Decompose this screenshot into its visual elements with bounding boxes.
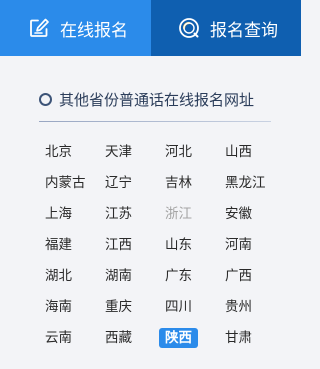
province-link[interactable]: 辽宁 [105, 173, 132, 193]
province-link[interactable]: 福建 [45, 235, 72, 255]
province-link[interactable]: 西藏 [105, 328, 132, 348]
province-link[interactable]: 天津 [105, 142, 132, 162]
province-link[interactable]: 河北 [165, 142, 192, 162]
tab-signup-query[interactable]: 报名查询 [151, 0, 301, 56]
province-links-panel: 其他省份普通话在线报名网址 北京 天津 河北 山西 内蒙古 辽宁 吉林 黑龙江 … [0, 56, 301, 369]
edit-form-icon [28, 17, 50, 39]
province-link[interactable]: 山西 [225, 142, 252, 162]
section-heading: 其他省份普通话在线报名网址 [39, 89, 254, 110]
province-link[interactable]: 广西 [225, 266, 252, 286]
province-link[interactable]: 北京 [45, 142, 72, 162]
province-link[interactable]: 内蒙古 [45, 173, 86, 193]
province-link[interactable]: 陕西 [159, 328, 198, 348]
province-link[interactable]: 海南 [45, 297, 72, 317]
province-link[interactable]: 湖南 [105, 266, 132, 286]
province-link[interactable]: 湖北 [45, 266, 72, 286]
section-divider [39, 121, 271, 122]
province-link[interactable]: 贵州 [225, 297, 252, 317]
province-link[interactable]: 上海 [45, 204, 72, 224]
province-link[interactable]: 重庆 [105, 297, 132, 317]
tab-online-signup[interactable]: 在线报名 [0, 0, 151, 56]
search-query-icon [178, 17, 200, 39]
province-link[interactable]: 浙江 [165, 204, 192, 224]
province-link[interactable]: 山东 [165, 235, 192, 255]
province-link[interactable]: 河南 [225, 235, 252, 255]
province-link[interactable]: 江苏 [105, 204, 132, 224]
section-title: 其他省份普通话在线报名网址 [59, 91, 255, 109]
province-link[interactable]: 云南 [45, 328, 72, 348]
province-link[interactable]: 四川 [165, 297, 192, 317]
province-link[interactable]: 江西 [105, 235, 132, 255]
province-link[interactable]: 黑龙江 [225, 173, 266, 193]
circle-bullet-icon [39, 93, 52, 106]
province-grid: 北京 天津 河北 山西 内蒙古 辽宁 吉林 黑龙江 上海 江苏 浙江 安徽 福建… [39, 136, 279, 353]
province-link[interactable]: 安徽 [225, 204, 252, 224]
tab-bar: 在线报名 报名查询 [0, 0, 301, 56]
tab-signup-query-label: 报名查询 [210, 20, 278, 41]
province-link[interactable]: 广东 [165, 266, 192, 286]
province-link[interactable]: 甘肃 [225, 328, 252, 348]
tab-online-signup-label: 在线报名 [60, 20, 128, 41]
province-link[interactable]: 吉林 [165, 173, 192, 193]
